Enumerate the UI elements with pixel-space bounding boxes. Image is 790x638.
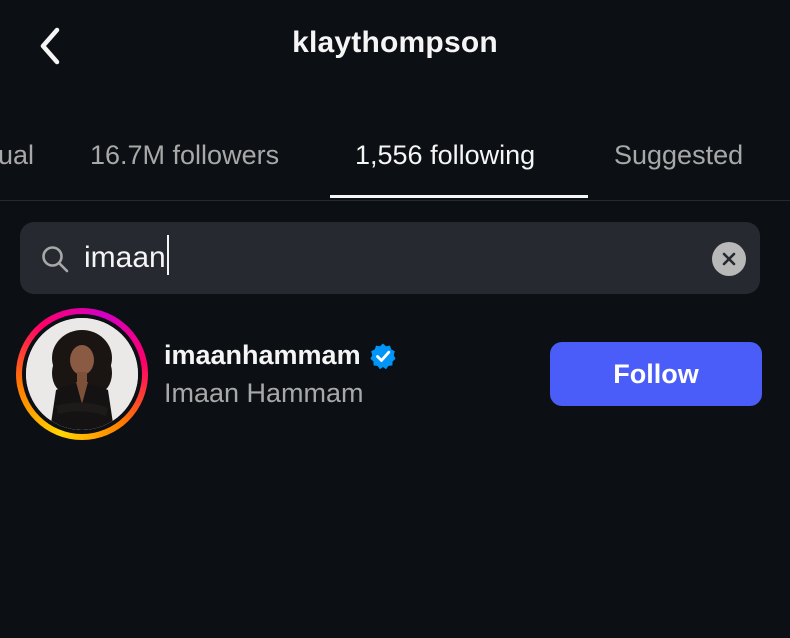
search-icon bbox=[42, 246, 69, 273]
tab-followers[interactable]: 16.7M followers bbox=[90, 112, 279, 198]
page-title: klaythompson bbox=[292, 26, 498, 59]
active-tab-indicator bbox=[330, 195, 588, 198]
tab-bar: ual 16.7M followers 1,556 following Sugg… bbox=[0, 112, 790, 201]
avatar bbox=[26, 318, 138, 430]
tab-suggested[interactable]: Suggested bbox=[614, 112, 743, 198]
search-input-value: imaan bbox=[84, 241, 166, 274]
following-screen: klaythompson ual 16.7M followers 1,556 f… bbox=[0, 0, 790, 638]
search-input[interactable]: imaan bbox=[84, 222, 169, 294]
tab-mutual[interactable]: ual bbox=[0, 112, 34, 198]
search-bar[interactable]: imaan bbox=[20, 222, 760, 294]
tab-following[interactable]: 1,556 following bbox=[355, 112, 535, 198]
username: imaanhammam bbox=[164, 340, 361, 370]
story-ring[interactable] bbox=[16, 308, 148, 440]
verified-badge-icon bbox=[369, 343, 396, 369]
full-name: Imaan Hammam bbox=[164, 378, 364, 408]
username-link[interactable]: imaanhammam bbox=[164, 340, 397, 371]
header: klaythompson bbox=[0, 0, 790, 92]
avatar-frame bbox=[22, 314, 142, 434]
clear-search-button[interactable] bbox=[712, 242, 746, 276]
text-caret bbox=[166, 235, 169, 275]
close-icon bbox=[722, 252, 736, 266]
search-result-row[interactable]: imaanhammam Imaan Hammam Follow bbox=[0, 306, 790, 446]
follow-button[interactable]: Follow bbox=[550, 342, 762, 406]
avatar-photo bbox=[26, 318, 138, 430]
